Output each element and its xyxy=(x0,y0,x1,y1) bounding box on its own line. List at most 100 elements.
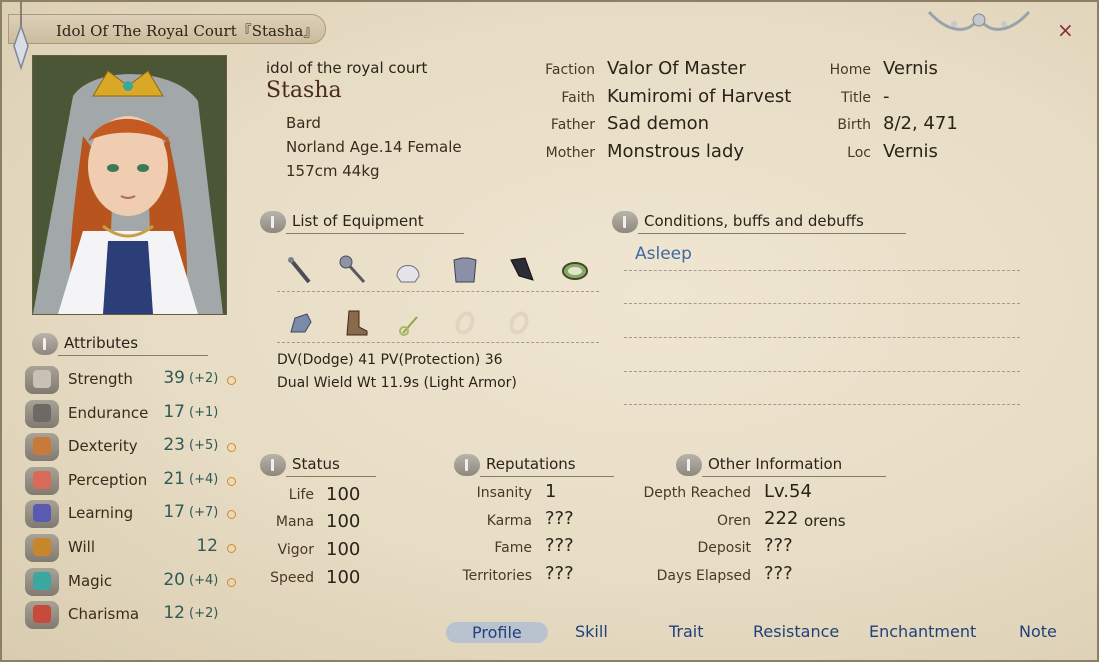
home-value: Vernis xyxy=(883,58,938,79)
character-class: Bard xyxy=(286,114,321,132)
fame-value: ??? xyxy=(545,535,574,556)
endurance-icon xyxy=(25,399,59,428)
character-body: 157cm 44kg xyxy=(286,162,380,180)
will-icon xyxy=(25,534,59,562)
armor-icon[interactable] xyxy=(450,254,480,284)
title-value: - xyxy=(883,86,890,107)
loc-label: Loc xyxy=(847,145,871,161)
tab-resistance[interactable]: Resistance xyxy=(753,622,839,641)
mana-label: Mana xyxy=(275,514,314,530)
tab-note[interactable]: Note xyxy=(1019,622,1057,641)
cloak-icon[interactable] xyxy=(505,254,535,284)
faction-label: Faction xyxy=(545,62,595,78)
karma-label: Karma xyxy=(486,513,532,529)
character-origin: Norland Age.14 Female xyxy=(286,138,462,156)
attribute-value: 20 xyxy=(163,569,185,590)
potential-indicator-icon xyxy=(227,577,236,587)
attribute-bonus: (+7) xyxy=(189,505,219,521)
life-value: 100 xyxy=(326,484,361,505)
attribute-name: Magic xyxy=(68,571,113,590)
title-label: Title xyxy=(840,90,871,106)
helmet-icon[interactable] xyxy=(393,256,423,286)
loc-value: Vernis xyxy=(883,141,938,162)
attribute-value: 39 xyxy=(163,368,185,388)
days-elapsed-value: ??? xyxy=(764,563,793,584)
character-name: Stasha xyxy=(266,78,342,103)
attribute-value: 17 xyxy=(163,502,185,523)
boots-icon[interactable] xyxy=(339,307,369,337)
vigor-value: 100 xyxy=(326,539,361,560)
attribute-bonus: (+2) xyxy=(189,606,219,622)
attribute-value: 12 xyxy=(196,536,218,556)
deposit-value: ??? xyxy=(764,535,793,556)
attribute-name: Perception xyxy=(68,470,148,489)
dexterity-icon xyxy=(25,433,59,462)
attribute-name: Dexterity xyxy=(68,437,138,456)
tab-skill[interactable]: Skill xyxy=(575,622,608,641)
learning-icon xyxy=(25,500,59,529)
depth-value: Lv.54 xyxy=(764,481,812,502)
potential-indicator-icon xyxy=(227,376,236,385)
father-label: Father xyxy=(550,117,595,133)
oren-value: 222 xyxy=(764,508,799,529)
attribute-bonus: (+1) xyxy=(189,404,219,420)
belt-icon[interactable] xyxy=(560,256,590,286)
depth-label: Depth Reached xyxy=(643,485,751,501)
mother-value: Monstrous lady xyxy=(607,141,745,162)
section-marker-icon xyxy=(454,454,480,476)
staff-icon[interactable] xyxy=(285,256,315,286)
attribute-name: Will xyxy=(68,538,96,556)
tab-profile[interactable]: Profile xyxy=(446,622,548,643)
section-marker-icon xyxy=(260,211,286,233)
fame-label: Fame xyxy=(494,540,532,556)
close-button[interactable]: × xyxy=(1057,18,1074,42)
character-portrait xyxy=(32,55,227,315)
character-alias: idol of the royal court xyxy=(266,59,428,77)
scepter-icon[interactable] xyxy=(338,254,368,284)
section-marker-icon xyxy=(32,333,58,355)
attribute-value: 12 xyxy=(163,603,185,624)
potential-indicator-icon xyxy=(227,443,236,453)
faith-label: Faith xyxy=(561,90,595,106)
speed-value: 100 xyxy=(326,567,361,588)
attribute-value: 23 xyxy=(163,435,185,456)
territories-value: ??? xyxy=(545,563,574,584)
insanity-value: 1 xyxy=(545,481,557,502)
attribute-value: 17 xyxy=(163,401,185,422)
empty-ring-slot-icon[interactable] xyxy=(450,308,480,338)
deposit-label: Deposit xyxy=(697,540,751,556)
portrait-illustration xyxy=(33,56,226,314)
potential-indicator-icon xyxy=(227,476,236,486)
tab-trait[interactable]: Trait xyxy=(669,622,704,641)
father-value: Sad demon xyxy=(607,113,710,134)
section-marker-icon xyxy=(612,211,638,233)
tab-enchantment[interactable]: Enchantment xyxy=(869,622,976,641)
life-label: Life xyxy=(288,487,314,503)
character-sheet-window: Idol Of The Royal Court『Stasha』 × idol o… xyxy=(0,0,1099,662)
oren-label: Oren xyxy=(717,513,751,529)
section-marker-icon xyxy=(260,454,286,476)
potential-indicator-icon xyxy=(227,544,236,553)
empty-ring-slot-icon[interactable] xyxy=(504,308,534,338)
condition-asleep: Asleep xyxy=(635,244,692,264)
perception-icon xyxy=(25,466,59,495)
attribute-name: Learning xyxy=(68,504,134,523)
faction-value: Valor Of Master xyxy=(607,58,746,79)
faith-value: Kumiromi of Harvest xyxy=(607,86,792,107)
attribute-value: 21 xyxy=(163,468,185,489)
charisma-icon xyxy=(25,601,59,630)
attribute-name: Strength xyxy=(68,370,133,388)
karma-value: ??? xyxy=(545,508,574,529)
attribute-bonus: (+2) xyxy=(189,371,219,386)
defense-stats: DV(Dodge) 41 PV(Protection) 36 xyxy=(277,352,503,368)
birth-value: 8/2, 471 xyxy=(883,113,958,134)
home-label: Home xyxy=(829,62,871,78)
section-marker-icon xyxy=(676,454,702,476)
attribute-bonus: (+5) xyxy=(189,438,219,454)
magic-icon xyxy=(25,567,59,596)
amulet-icon[interactable] xyxy=(395,309,425,339)
attribute-bonus: (+4) xyxy=(189,572,219,588)
gloves-icon[interactable] xyxy=(285,308,315,338)
oren-unit: orens xyxy=(804,512,846,530)
equipment-weight: Dual Wield Wt 11.9s (Light Armor) xyxy=(277,375,517,391)
